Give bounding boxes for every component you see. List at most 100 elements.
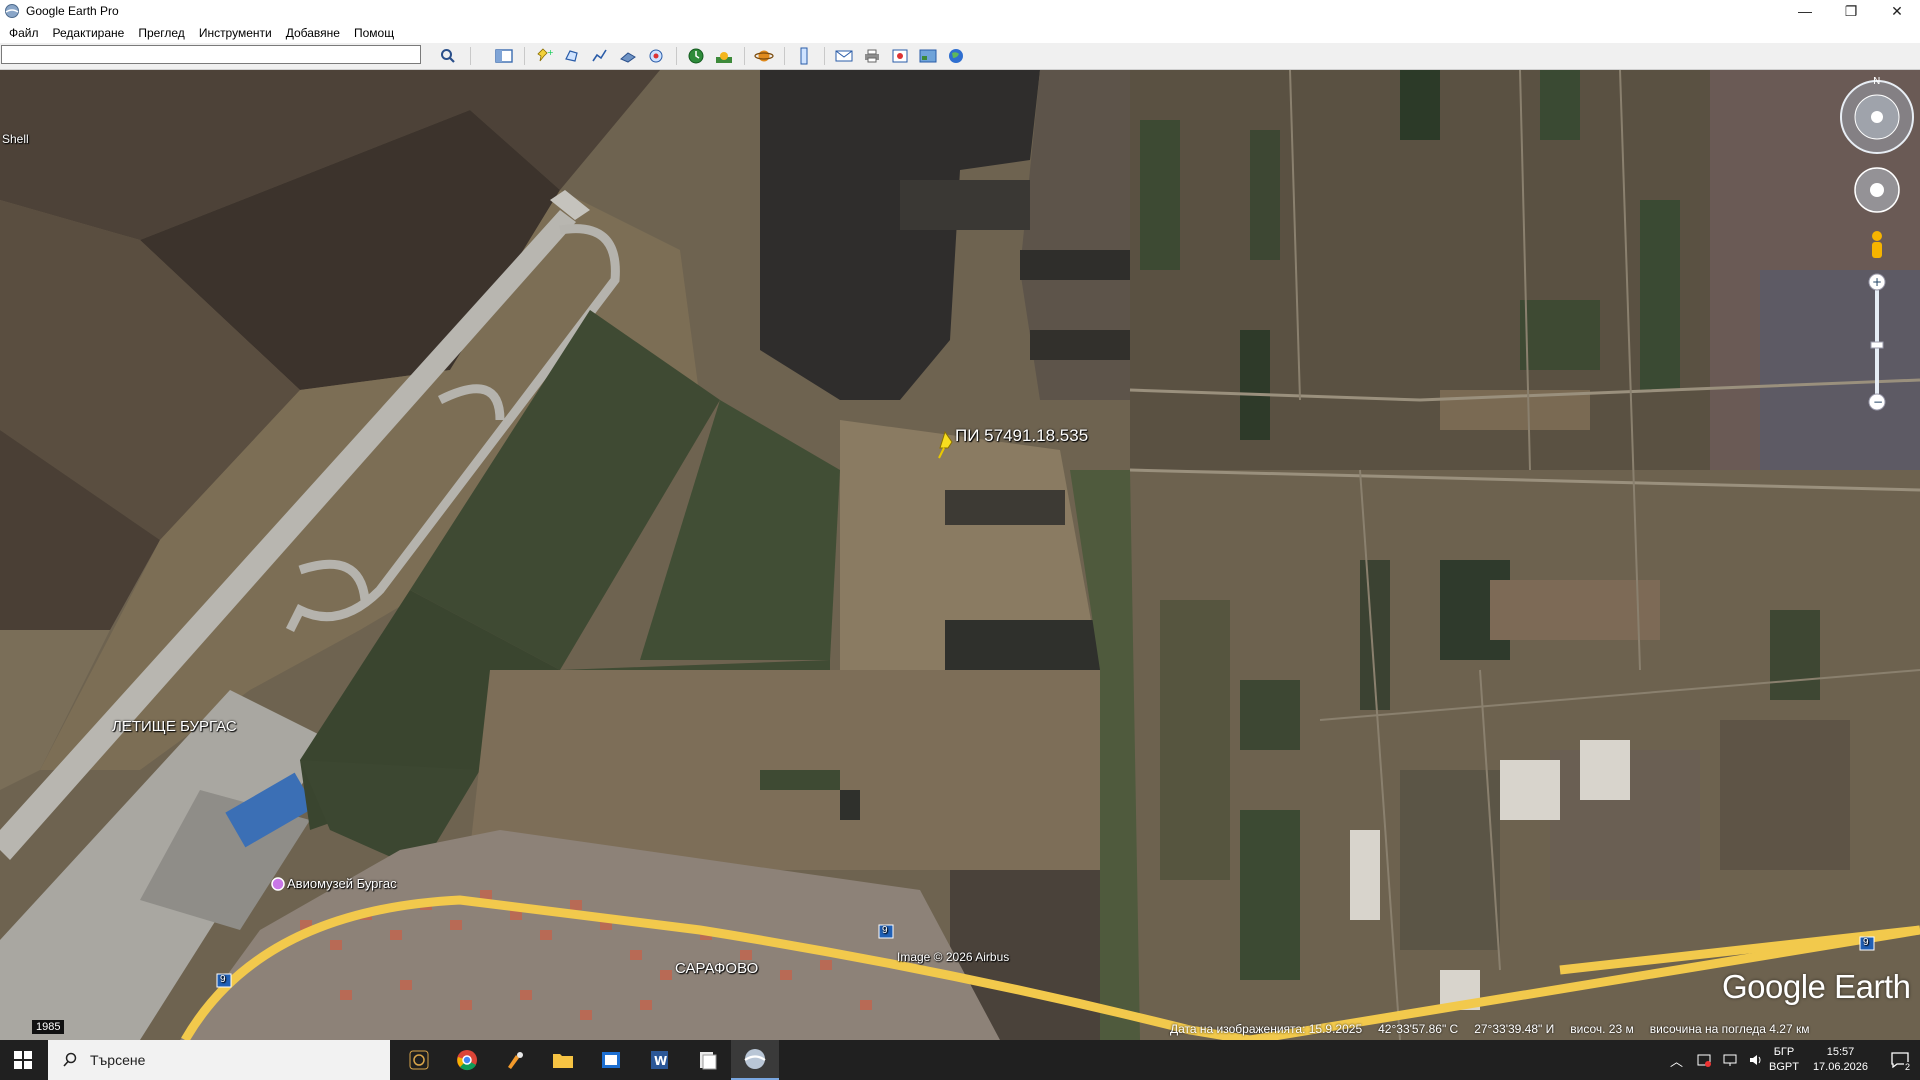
- historical-imagery-button[interactable]: [684, 46, 708, 66]
- search-input[interactable]: [1, 45, 421, 64]
- menu-help[interactable]: Помощ: [347, 26, 401, 40]
- security-icon[interactable]: [1696, 1052, 1712, 1068]
- envelope-icon: [835, 50, 853, 62]
- navigation-controls: N + −: [1840, 76, 1914, 411]
- menu-edit[interactable]: Редактиране: [46, 26, 132, 40]
- windows-logo-icon: [14, 1051, 32, 1069]
- add-path-button[interactable]: [588, 46, 612, 66]
- clock-globe-icon: [688, 48, 704, 64]
- taskbar-app-google-earth[interactable]: [731, 1040, 779, 1080]
- start-button[interactable]: [0, 1040, 46, 1080]
- taskbar-app-word[interactable]: W: [635, 1040, 683, 1080]
- svg-text:+: +: [1872, 275, 1882, 289]
- title-bar: Google Earth Pro — ❐ ✕: [0, 0, 1920, 22]
- menu-add[interactable]: Добавяне: [279, 26, 347, 40]
- eye-altitude-readout: височина на погледа 4.27 км: [1649, 1022, 1810, 1036]
- print-button[interactable]: [860, 46, 884, 66]
- ruler-button[interactable]: [792, 46, 816, 66]
- save-image-icon: [892, 49, 908, 63]
- printer-icon: [865, 49, 879, 63]
- chevron-up-icon[interactable]: ︿: [1670, 1051, 1683, 1070]
- imagery-year-badge[interactable]: 1985: [32, 1020, 65, 1034]
- menu-view[interactable]: Преглед: [131, 26, 192, 40]
- menu-file[interactable]: Файл: [0, 26, 46, 40]
- folder-icon: [553, 1054, 573, 1068]
- taskbar-clock[interactable]: 15:57 17.06.2026: [1813, 1045, 1868, 1075]
- taskbar-app-files[interactable]: [683, 1040, 731, 1080]
- google-earth-icon: [744, 1049, 766, 1069]
- notifications-button[interactable]: 2: [1880, 1040, 1920, 1080]
- search-icon: [441, 49, 455, 63]
- planet-icon: [754, 50, 774, 62]
- paint-icon: [508, 1052, 523, 1069]
- taskbar-app-outlook[interactable]: [587, 1040, 635, 1080]
- taskbar-app-chrome[interactable]: [443, 1040, 491, 1080]
- language-code: БГР: [1773, 1046, 1795, 1058]
- taskbar-app-clock[interactable]: [395, 1040, 443, 1080]
- toolbar: +: [0, 43, 1920, 70]
- taskbar-search-placeholder: Търсене: [90, 1052, 146, 1068]
- google-earth-logo: Google Earth: [1722, 968, 1911, 1005]
- image-overlay-icon: [620, 52, 636, 63]
- svg-text:W: W: [654, 1054, 667, 1068]
- svg-text:+: +: [547, 48, 553, 57]
- add-image-overlay-button[interactable]: [616, 46, 640, 66]
- ruler-icon: [800, 47, 808, 65]
- street-view-pegman-icon[interactable]: [1872, 231, 1882, 258]
- save-image-button[interactable]: [888, 46, 912, 66]
- chrome-icon: [457, 1050, 477, 1071]
- keyboard-layout: BGPT: [1768, 1061, 1799, 1073]
- sunlight-button[interactable]: [712, 46, 736, 66]
- imagery-date: Дата на изображенията: 15.9.2025: [1170, 1022, 1363, 1036]
- sidebar-icon: [495, 49, 513, 63]
- menu-bar: Файл Редактиране Преглед Инструменти Доб…: [0, 22, 1920, 43]
- placemark-label[interactable]: ПИ 57491.18.535: [955, 426, 1088, 446]
- email-button[interactable]: [832, 46, 856, 66]
- compass-north[interactable]: N: [1873, 76, 1880, 87]
- latitude-readout: 42°33'57.86" С: [1378, 1022, 1459, 1036]
- notification-count: 2: [1903, 1062, 1911, 1072]
- google-earth-app-icon: [5, 4, 19, 18]
- taskbar-search[interactable]: Търсене: [48, 1040, 390, 1080]
- road-shield-label: 9: [1863, 937, 1869, 948]
- add-polygon-button[interactable]: [560, 46, 584, 66]
- close-button[interactable]: ✕: [1874, 0, 1920, 22]
- museum-label[interactable]: Авиомузей Бургас: [287, 876, 397, 891]
- move-joystick[interactable]: [1854, 167, 1900, 213]
- network-icon[interactable]: [1722, 1052, 1738, 1068]
- elevation-readout: височ. 23 м: [1570, 1022, 1634, 1036]
- app-clock-icon: [409, 1050, 429, 1070]
- look-joystick[interactable]: [1840, 80, 1914, 154]
- windows-taskbar: Търсене W ︿ БГР BGPT 15:57 17.06.2026 2: [0, 1040, 1920, 1080]
- zoom-slider[interactable]: + −: [1868, 273, 1886, 411]
- document-app-icon: [700, 1052, 717, 1070]
- shell-label: Shell: [2, 132, 29, 146]
- volume-icon[interactable]: [1748, 1052, 1764, 1068]
- airport-label: ЛЕТИЩЕ БУРГАС: [112, 718, 237, 735]
- taskbar-app-paint[interactable]: [491, 1040, 539, 1080]
- road-shield-label: 9: [882, 925, 888, 936]
- pushpin-add-icon: +: [537, 48, 553, 62]
- svg-text:−: −: [1873, 395, 1883, 409]
- record-tour-button[interactable]: [644, 46, 668, 66]
- minimize-button[interactable]: —: [1782, 0, 1828, 22]
- menu-tools[interactable]: Инструменти: [192, 26, 279, 40]
- taskbar-app-explorer[interactable]: [539, 1040, 587, 1080]
- maximize-button[interactable]: ❐: [1828, 0, 1874, 22]
- sidebar-toggle-button[interactable]: [492, 46, 516, 66]
- window-controls: — ❐ ✕: [1782, 0, 1920, 22]
- search-button[interactable]: [436, 46, 460, 66]
- path-add-icon: [592, 49, 607, 62]
- planets-button[interactable]: [752, 46, 776, 66]
- road-shield-label: 9: [220, 974, 226, 985]
- window-title: Google Earth Pro: [26, 4, 119, 18]
- satellite-imagery: [0, 70, 1920, 1040]
- system-tray: ︿ БГР BGPT 15:57 17.06.2026 2: [1662, 1040, 1920, 1080]
- mail-app-icon: [602, 1052, 620, 1068]
- earth-map-view[interactable]: ПИ 57491.18.535 ЛЕТИЩЕ БУРГАС Авиомузей …: [0, 70, 1920, 1040]
- view-in-maps-button[interactable]: [916, 46, 940, 66]
- input-language[interactable]: БГР BGPT: [1769, 1045, 1799, 1075]
- longitude-readout: 27°33'39.48" И: [1474, 1022, 1555, 1036]
- add-placemark-button[interactable]: +: [532, 46, 556, 66]
- earth-button[interactable]: [944, 46, 968, 66]
